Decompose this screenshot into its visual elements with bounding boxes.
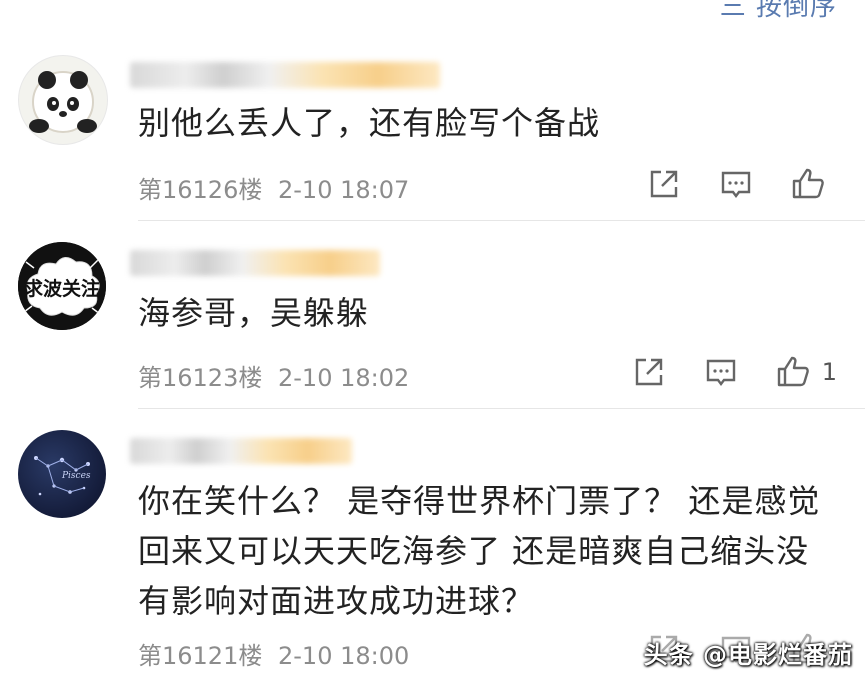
avatar[interactable] (18, 55, 108, 145)
floor-number: 第16123楼 (138, 364, 263, 392)
avatar[interactable]: Pisces (18, 430, 106, 518)
floor-number: 第16121楼 (138, 642, 263, 670)
comment-time: 2-10 18:02 (278, 364, 410, 392)
username-blurred[interactable] (130, 62, 440, 88)
share-icon[interactable] (647, 165, 685, 203)
comment-divider (138, 220, 865, 221)
comment-actions: 1 (598, 353, 837, 391)
comment-meta: 第16123楼 2-10 18:02 (138, 358, 409, 393)
comment-text: 海参哥，吴躲躲 (138, 294, 370, 332)
comment-divider (138, 408, 865, 409)
comment-time: 2-10 18:07 (278, 176, 410, 204)
thumbs-up-icon[interactable] (776, 353, 814, 391)
avatar[interactable]: 求波关注 (18, 242, 106, 330)
comment-meta: 第16121楼 2-10 18:00 (138, 636, 409, 671)
constellation-avatar-icon: Pisces (34, 456, 91, 496)
comment-text: 你在笑什么？ 是夺得世界杯门票了？ 还是感觉回来又可以天天吃海参了 还是暗爽自己… (138, 482, 821, 620)
comment-actions (613, 165, 837, 203)
watermark: 头条 @电影烂番茄 (643, 641, 853, 669)
comment-time: 2-10 18:00 (278, 642, 410, 670)
username-blurred[interactable] (130, 438, 352, 464)
comment-text: 别他么丢人了，还有脸写个备战 (138, 104, 601, 142)
comment-meta: 第16126楼 2-10 18:07 (138, 170, 409, 205)
username-blurred[interactable] (130, 250, 380, 276)
share-icon[interactable] (632, 353, 670, 391)
thumbs-up-icon[interactable] (791, 165, 829, 203)
like-count: 1 (821, 358, 837, 386)
sort-order-toggle[interactable]: 三 按倒序 (720, 0, 837, 23)
comment-icon[interactable] (704, 353, 742, 391)
avatar-caption: 求波关注 (23, 278, 100, 300)
panda-avatar-icon (29, 71, 97, 133)
floor-number: 第16126楼 (138, 176, 263, 204)
comment-icon[interactable] (719, 165, 757, 203)
svg-text:Pisces: Pisces (61, 471, 91, 481)
